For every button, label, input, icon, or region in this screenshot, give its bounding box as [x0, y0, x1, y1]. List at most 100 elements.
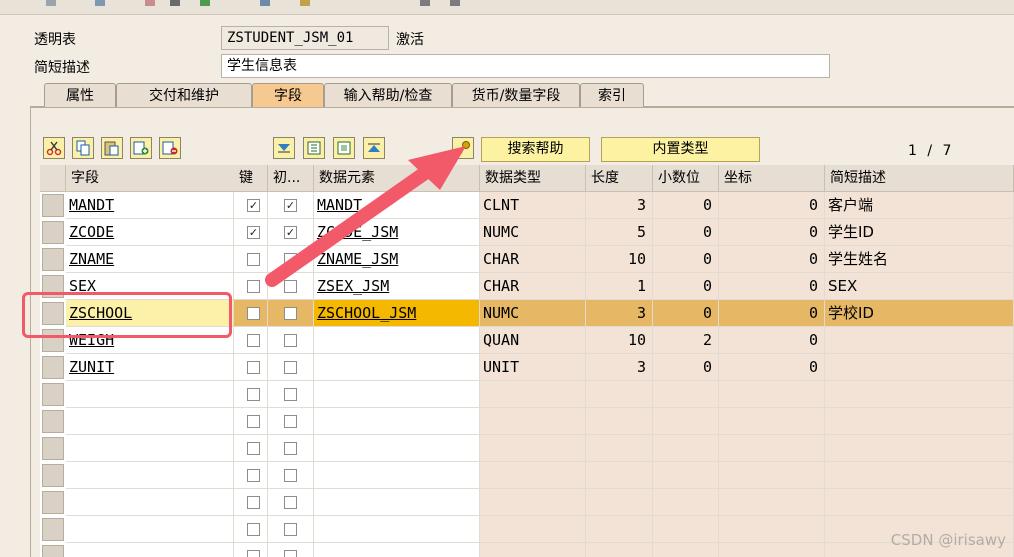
cell-dtype[interactable]	[480, 408, 586, 435]
cell-key[interactable]	[234, 381, 268, 408]
row-selector[interactable]	[42, 518, 64, 541]
cell-coord[interactable]	[719, 435, 825, 462]
key-checkbox[interactable]	[247, 523, 260, 536]
cell-decimals[interactable]: 0	[653, 300, 719, 327]
cell-field[interactable]: ZCODE	[66, 219, 234, 246]
cell-length[interactable]	[586, 543, 653, 557]
table-name-field[interactable]: ZSTUDENT_JSM_01	[221, 26, 389, 50]
tab-fields[interactable]: 字段	[252, 83, 324, 107]
initial-value-checkbox[interactable]	[284, 253, 297, 266]
cell-dtype[interactable]: CHAR	[480, 246, 586, 273]
cell-coord[interactable]	[719, 381, 825, 408]
cell-field[interactable]	[66, 462, 234, 489]
cell-dtype[interactable]: CLNT	[480, 192, 586, 219]
key-checkbox[interactable]	[247, 496, 260, 509]
initial-value-checkbox[interactable]: ✓	[284, 199, 297, 212]
cell-key[interactable]	[234, 489, 268, 516]
cell-dtype[interactable]: UNIT	[480, 354, 586, 381]
column-header-init[interactable]: 初...	[268, 165, 314, 192]
row-selector[interactable]	[42, 194, 64, 217]
initial-value-checkbox[interactable]	[284, 415, 297, 428]
sort-down-button[interactable]	[273, 137, 295, 159]
cell-key[interactable]	[234, 327, 268, 354]
toolbar-icon[interactable]	[145, 0, 155, 6]
initial-value-checkbox[interactable]	[284, 442, 297, 455]
initial-value-checkbox[interactable]	[284, 361, 297, 374]
cell-coord[interactable]: 0	[719, 327, 825, 354]
tab-currency[interactable]: 货币/数量字段	[452, 83, 580, 107]
cell-init[interactable]	[268, 543, 314, 557]
cell-length[interactable]	[586, 462, 653, 489]
cell-decimals[interactable]: 0	[653, 192, 719, 219]
key-checkbox[interactable]	[247, 469, 260, 482]
cell-field[interactable]: MANDT	[66, 192, 234, 219]
cell-element[interactable]: ZSCHOOL_JSM	[314, 300, 480, 327]
key-checkbox[interactable]	[247, 415, 260, 428]
cell-dtype[interactable]: QUAN	[480, 327, 586, 354]
search-help-button[interactable]: 搜索帮助	[481, 137, 590, 162]
tab-delivery[interactable]: 交付和维护	[116, 83, 252, 107]
cell-field[interactable]	[66, 435, 234, 462]
cell-desc[interactable]: 学生ID	[825, 219, 1014, 246]
cell-field[interactable]	[66, 516, 234, 543]
initial-value-checkbox[interactable]	[284, 523, 297, 536]
initial-value-checkbox[interactable]	[284, 550, 297, 557]
cell-coord[interactable]	[719, 516, 825, 543]
cell-element[interactable]	[314, 543, 480, 557]
cell-init[interactable]	[268, 516, 314, 543]
column-header-length[interactable]: 长度	[586, 165, 653, 192]
column-header-coordinate[interactable]: 坐标	[719, 165, 825, 192]
cell-length[interactable]: 3	[586, 354, 653, 381]
cell-element[interactable]	[314, 381, 480, 408]
cell-init[interactable]: ✓	[268, 219, 314, 246]
cell-element[interactable]: ZCODE_JSM	[314, 219, 480, 246]
delete-row-button[interactable]	[159, 137, 181, 159]
cell-desc[interactable]: SEX	[825, 273, 1014, 300]
cell-desc[interactable]	[825, 435, 1014, 462]
cell-key[interactable]	[234, 300, 268, 327]
paste-button[interactable]	[101, 137, 123, 159]
cell-element[interactable]: ZNAME_JSM	[314, 246, 480, 273]
cell-key[interactable]: ✓	[234, 219, 268, 246]
cell-decimals[interactable]	[653, 435, 719, 462]
row-selector[interactable]	[42, 491, 64, 514]
cell-coord[interactable]	[719, 408, 825, 435]
cell-init[interactable]	[268, 300, 314, 327]
cell-length[interactable]: 10	[586, 246, 653, 273]
cell-key[interactable]	[234, 408, 268, 435]
cell-dtype[interactable]	[480, 489, 586, 516]
cell-decimals[interactable]	[653, 543, 719, 557]
cell-length[interactable]	[586, 381, 653, 408]
key-checkbox[interactable]	[247, 280, 260, 293]
toolbar-icon[interactable]	[200, 0, 210, 6]
key-checkbox[interactable]: ✓	[247, 199, 260, 212]
cell-element[interactable]	[314, 408, 480, 435]
toolbar-icon[interactable]	[170, 0, 180, 6]
key-checkbox[interactable]	[247, 334, 260, 347]
cell-desc[interactable]	[825, 462, 1014, 489]
cell-decimals[interactable]: 0	[653, 219, 719, 246]
cell-length[interactable]: 5	[586, 219, 653, 246]
row-selector[interactable]	[42, 248, 64, 271]
cell-init[interactable]	[268, 246, 314, 273]
cell-key[interactable]	[234, 543, 268, 557]
cell-init[interactable]	[268, 273, 314, 300]
cell-coord[interactable]	[719, 462, 825, 489]
cell-field[interactable]	[66, 408, 234, 435]
toolbar-icon[interactable]	[46, 0, 56, 6]
toolbar-icon[interactable]	[450, 0, 460, 6]
cell-desc[interactable]: 客户端	[825, 192, 1014, 219]
tab-input-help[interactable]: 输入帮助/检查	[324, 83, 452, 107]
toolbar-icon[interactable]	[260, 0, 270, 6]
cell-length[interactable]	[586, 435, 653, 462]
cell-decimals[interactable]: 2	[653, 327, 719, 354]
key-checkbox[interactable]: ✓	[247, 226, 260, 239]
cell-key[interactable]: ✓	[234, 192, 268, 219]
cell-field[interactable]	[66, 543, 234, 557]
column-header-decimals[interactable]: 小数位	[653, 165, 719, 192]
key-checkbox[interactable]	[247, 442, 260, 455]
include-button[interactable]	[333, 137, 355, 159]
row-selector[interactable]	[42, 356, 64, 379]
initial-value-checkbox[interactable]	[284, 334, 297, 347]
cell-desc[interactable]: 学校ID	[825, 300, 1014, 327]
